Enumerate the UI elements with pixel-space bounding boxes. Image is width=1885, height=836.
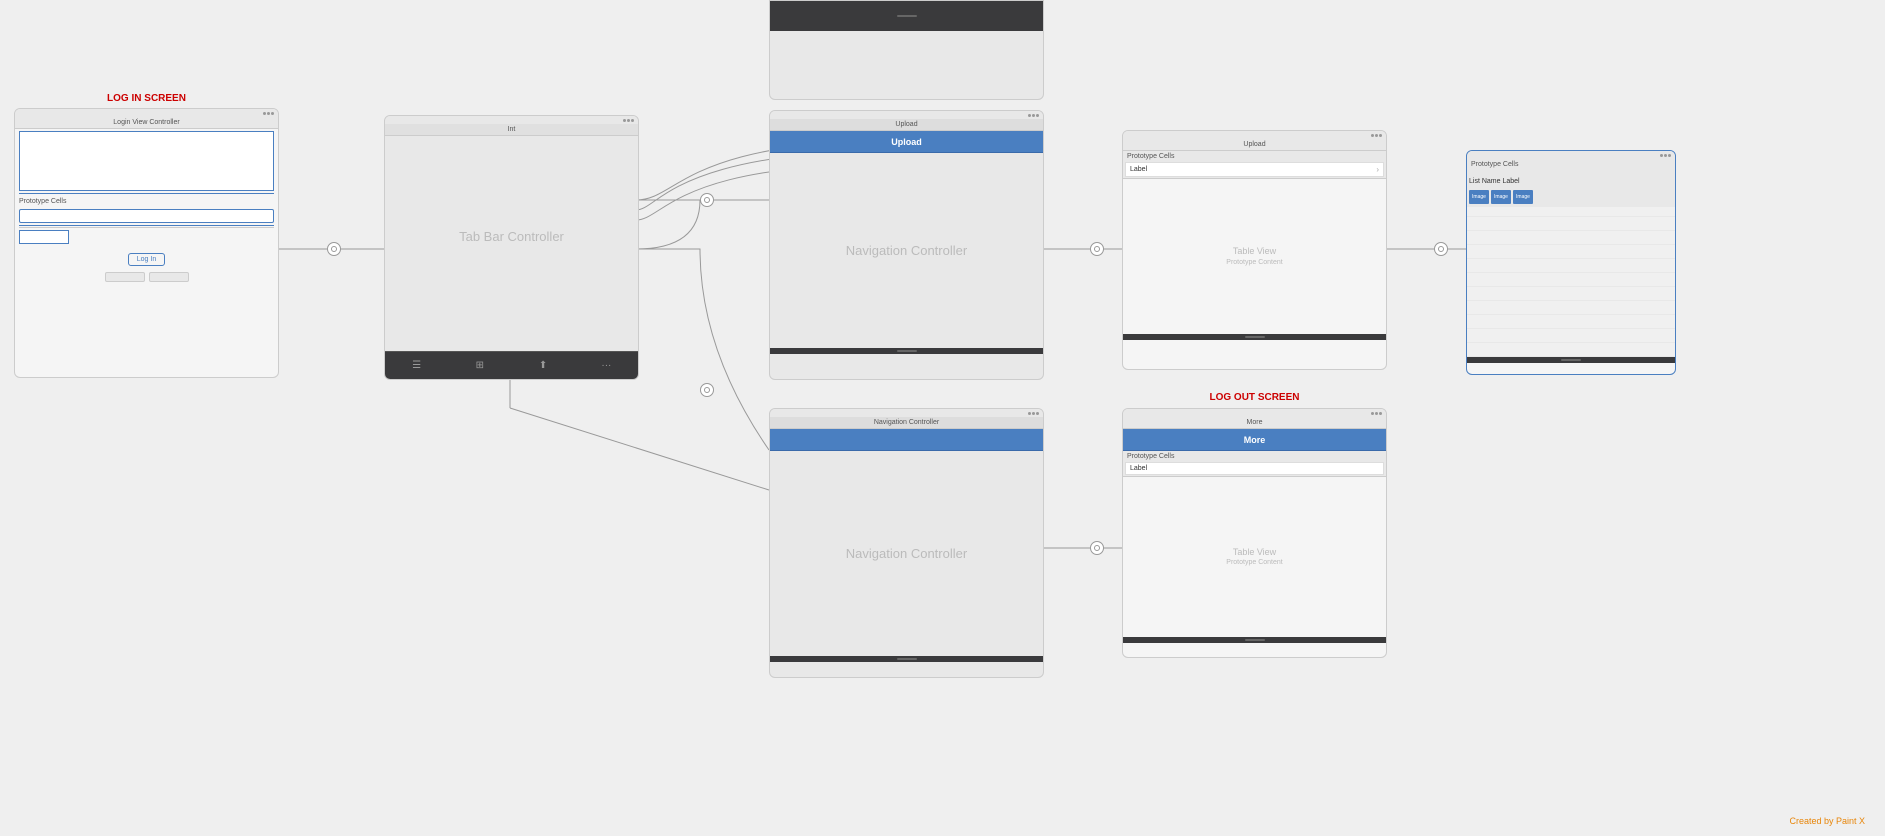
login-small-btn-2[interactable] [149, 272, 189, 282]
table-view-content-screen: Prototype Cells List Name Label Image Im… [1466, 150, 1676, 375]
tab-bar-controller-label: Tab Bar Controller [459, 229, 564, 244]
login-prototype-cells-label: Prototype Cells [15, 196, 278, 206]
table-more-prototype-section: Prototype Cells Label [1123, 451, 1386, 477]
tab-bar-controller-screen: Int Tab Bar Controller ☰ ⊞ ⬆ ··· [384, 115, 639, 380]
login-status-bar [15, 109, 278, 117]
tab-icon-more[interactable]: ··· [599, 359, 613, 373]
tvc-body [1467, 207, 1675, 357]
login-divider2 [19, 227, 274, 228]
nav-bot-bottom-bar [770, 656, 1043, 662]
table-upload-cell-row: Label › [1125, 162, 1384, 177]
login-small-rect [19, 230, 69, 244]
tvc-bottom-bar [1467, 357, 1675, 363]
logout-screen-label: LOG OUT SCREEN [1122, 392, 1387, 403]
connector-nav1-table [1090, 242, 1104, 256]
table-more-navbar-title: More [1244, 435, 1266, 445]
partial-top-screen [769, 0, 1044, 100]
table-upload-proto-label: Prototype Content [1226, 258, 1282, 268]
nav-top-bottom-bar [770, 348, 1043, 354]
tab-bar-title-label: Int [385, 124, 638, 136]
table-upload-status-bar [1123, 131, 1386, 139]
table-more-bottom-bar [1123, 637, 1386, 643]
canvas: LOG IN SCREEN Login View Controller Prot… [0, 0, 1885, 836]
nav-top-home-indicator [897, 350, 917, 352]
table-upload-title-label: Upload [1123, 139, 1386, 151]
nav-bot-content-area: Navigation Controller [770, 451, 1043, 656]
login-image-placeholder [19, 131, 274, 191]
table-upload-placeholder: Table View Prototype Content [1226, 245, 1282, 267]
login-button-container: Log In [15, 248, 278, 266]
nav-bot-controller-label: Navigation Controller [846, 546, 967, 561]
table-more-home-indicator [1245, 639, 1265, 641]
nav-top-navbar: Upload [770, 131, 1043, 153]
credit-label: Created by Paint X [1789, 816, 1865, 826]
nav-top-title-label: Upload [770, 119, 1043, 131]
nav-bot-title-label: Navigation Controller [770, 417, 1043, 429]
table-upload-cell-arrow: › [1376, 165, 1379, 174]
login-username-field[interactable] [19, 209, 274, 223]
tvc-image-cells: Image Image Image [1467, 189, 1675, 205]
table-upload-tv-label: Table View [1226, 245, 1282, 258]
login-controller-label: Login View Controller [15, 117, 278, 129]
connector-tabbar-nav1 [700, 193, 714, 207]
tvc-prototype-section: Prototype Cells List Name Label Image Im… [1467, 159, 1675, 207]
connector-table-content [1434, 242, 1448, 256]
login-screen-label: LOG IN SCREEN [14, 93, 279, 104]
partial-bottom-bar [770, 1, 1043, 31]
connector-login-tabbar [327, 242, 341, 256]
nav-controller-top-screen: Upload Upload Navigation Controller [769, 110, 1044, 380]
login-divider1 [19, 225, 274, 226]
nav-top-status-bar [770, 111, 1043, 119]
nav-bot-home-indicator [897, 658, 917, 660]
partial-home-indicator [897, 15, 917, 17]
tab-icon-upload[interactable]: ⬆ [536, 359, 550, 373]
tab-bar-bottom: ☰ ⊞ ⬆ ··· [385, 351, 638, 379]
nav-top-controller-label: Navigation Controller [846, 243, 967, 258]
table-more-status-bar [1123, 409, 1386, 417]
nav-bot-navbar [770, 429, 1043, 451]
tvc-home-indicator [1561, 359, 1581, 361]
login-screen: Login View Controller Prototype Cells Lo… [14, 108, 279, 378]
table-upload-prototype-section: Prototype Cells Label › [1123, 151, 1386, 179]
nav-top-content-area: Navigation Controller [770, 153, 1043, 348]
table-upload-screen: Upload Prototype Cells Label › Table Vie… [1122, 130, 1387, 370]
tab-icon-grid[interactable]: ⊞ [473, 359, 487, 373]
tvc-status-bar [1467, 151, 1675, 159]
tab-bar-content-area: Tab Bar Controller [385, 136, 638, 336]
tvc-image-cell-3: Image [1513, 190, 1533, 204]
table-upload-prototype-label: Prototype Cells [1123, 151, 1386, 161]
tvc-list-name-row: List Name Label [1467, 169, 1675, 189]
tvc-prototype-label: Prototype Cells [1467, 159, 1675, 169]
connector-tabbar-nav2 [700, 383, 714, 397]
table-more-placeholder: Table View Prototype Content [1226, 546, 1282, 568]
table-more-screen: More More Prototype Cells Label Table Vi… [1122, 408, 1387, 658]
table-upload-home-indicator [1245, 336, 1265, 338]
table-upload-bottom-bar [1123, 334, 1386, 340]
table-more-tv-label: Table View [1226, 546, 1282, 559]
login-bottom-buttons [15, 270, 278, 284]
table-more-navbar: More [1123, 429, 1386, 451]
tvc-list-name-label: List Name Label [1469, 178, 1520, 185]
connector-nav2-tablemore [1090, 541, 1104, 555]
table-upload-body: Table View Prototype Content [1123, 179, 1386, 334]
tab-icon-list[interactable]: ☰ [410, 359, 424, 373]
tvc-image-cell-1: Image [1469, 190, 1489, 204]
table-more-cell-row: Label [1125, 462, 1384, 475]
table-more-body: Table View Prototype Content [1123, 477, 1386, 637]
tab-bar-status-bar [385, 116, 638, 124]
table-more-prototype-label: Prototype Cells [1123, 451, 1386, 461]
login-small-btn-1[interactable] [105, 272, 145, 282]
tvc-image-cell-2: Image [1491, 190, 1511, 204]
table-more-proto-label: Prototype Content [1226, 558, 1282, 568]
nav-top-navbar-title: Upload [891, 137, 922, 147]
table-upload-cell-label: Label [1130, 166, 1147, 173]
nav-controller-bottom-screen: Navigation Controller Navigation Control… [769, 408, 1044, 678]
login-button[interactable]: Log In [128, 253, 165, 266]
table-more-title-label: More [1123, 417, 1386, 429]
table-more-cell-label: Label [1130, 465, 1147, 472]
nav-bot-status-bar [770, 409, 1043, 417]
